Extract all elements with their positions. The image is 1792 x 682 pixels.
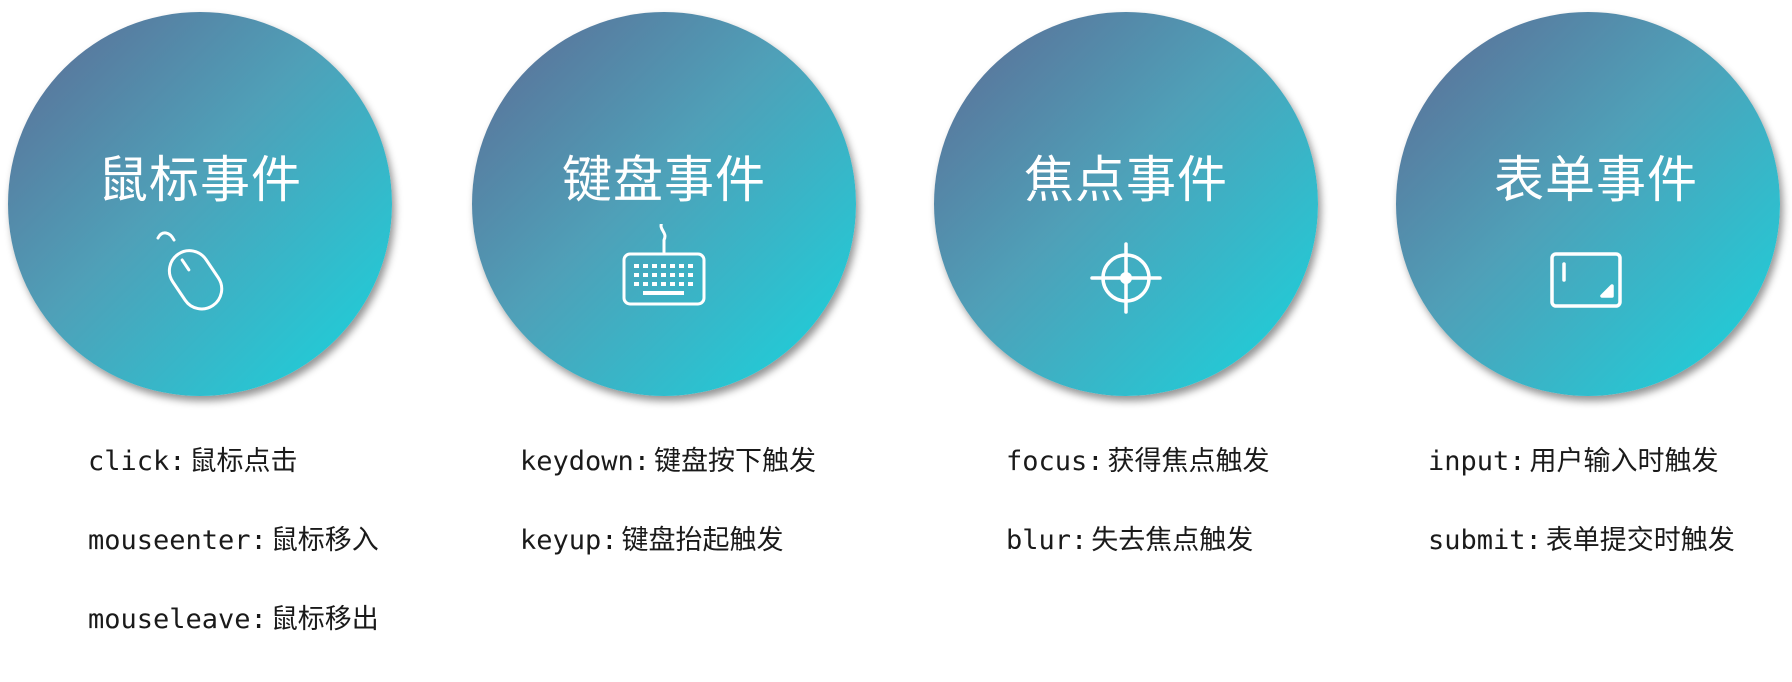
event-description: 鼠标移入 <box>270 525 379 556</box>
category-title: 表单事件 <box>1494 151 1698 209</box>
event-description: 鼠标移出 <box>270 604 379 635</box>
event-name: submit: <box>1428 525 1542 556</box>
event-name: keydown: <box>520 446 651 477</box>
event-description: 失去焦点触发 <box>1091 525 1254 556</box>
category-focus-events: 焦点事件 focus: 获得焦点触发 blur: 失去焦点触发 <box>926 0 1366 658</box>
event-description: 键盘按下触发 <box>654 446 817 477</box>
event-item: submit: 表单提交时触发 <box>1428 524 1792 603</box>
event-item: keyup: 键盘抬起触发 <box>520 524 960 603</box>
event-item: mouseenter: 鼠标移入 <box>88 524 528 603</box>
event-name: mouseleave: <box>88 604 267 635</box>
event-name: click: <box>88 446 186 477</box>
category-circle: 表单事件 <box>1396 12 1780 396</box>
category-circle: 焦点事件 <box>934 12 1318 396</box>
event-item: focus: 获得焦点触发 <box>1006 445 1446 524</box>
event-name: input: <box>1428 446 1526 477</box>
event-item: keydown: 键盘按下触发 <box>520 445 960 524</box>
event-name: blur: <box>1006 525 1088 556</box>
event-name: focus: <box>1006 446 1104 477</box>
crosshair-icon <box>1076 224 1176 324</box>
event-item: blur: 失去焦点触发 <box>1006 524 1446 603</box>
event-item: input: 用户输入时触发 <box>1428 445 1792 524</box>
mouse-icon <box>150 224 250 324</box>
event-description: 表单提交时触发 <box>1545 525 1735 556</box>
category-circle: 鼠标事件 <box>8 12 392 396</box>
event-name: mouseenter: <box>88 525 267 556</box>
keyboard-icon <box>614 224 714 324</box>
category-circle: 键盘事件 <box>472 12 856 396</box>
event-name: keyup: <box>520 525 618 556</box>
category-mouse-events: 鼠标事件 click: 鼠标点击 mouseenter: 鼠标移入 mousel… <box>0 0 440 658</box>
category-title: 焦点事件 <box>1024 151 1228 209</box>
event-description: 用户输入时触发 <box>1529 446 1719 477</box>
event-item: mouseleave: 鼠标移出 <box>88 603 528 682</box>
form-icon <box>1538 224 1638 324</box>
event-description: 鼠标点击 <box>189 446 298 477</box>
event-description: 键盘抬起触发 <box>621 525 784 556</box>
category-title: 鼠标事件 <box>98 151 302 209</box>
event-item: click: 鼠标点击 <box>88 445 528 524</box>
event-description: 获得焦点触发 <box>1107 446 1270 477</box>
category-title: 键盘事件 <box>562 151 766 209</box>
category-form-events: 表单事件 input: 用户输入时触发 submit: 表单提交时触发 <box>1388 0 1792 658</box>
category-keyboard-events: 键盘事件 keydown: 键盘按下触发 keyup: 键盘抬起触发 <box>464 0 904 658</box>
